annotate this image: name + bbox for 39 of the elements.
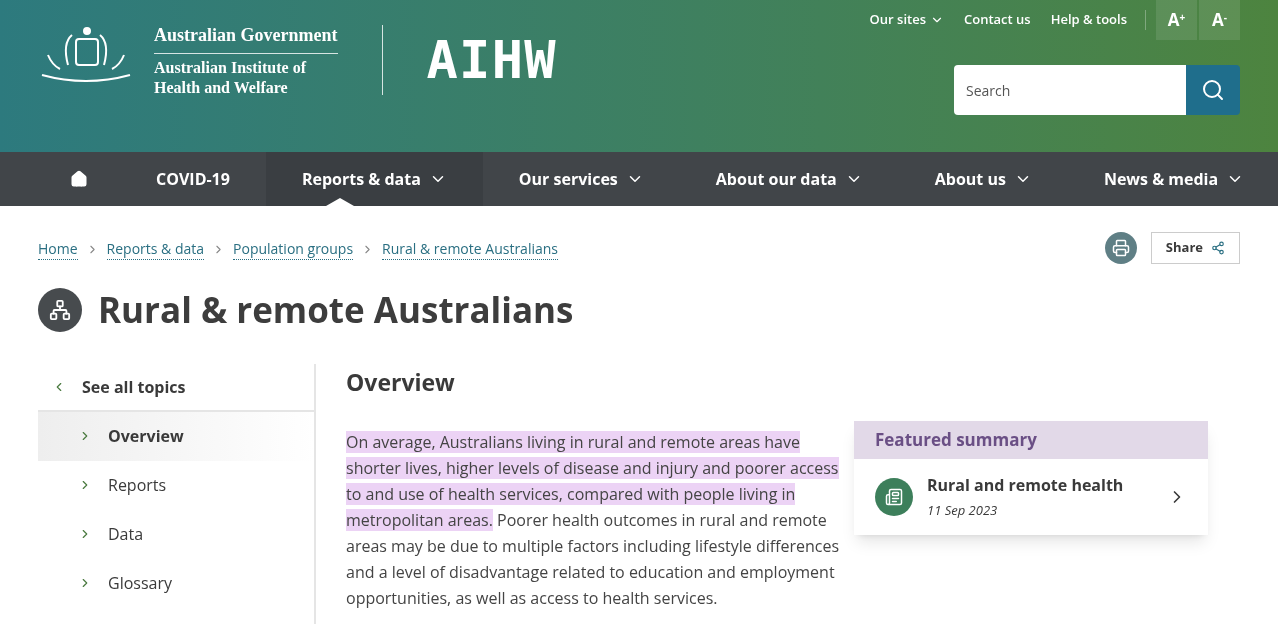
nav-item[interactable]: About our data bbox=[679, 152, 899, 206]
sidebar-item[interactable]: Reports bbox=[38, 460, 314, 510]
text-size-button[interactable]: A$^{-}$ bbox=[1199, 0, 1240, 40]
page-title: Rural & remote Australians bbox=[98, 285, 574, 335]
home-icon bbox=[70, 170, 88, 188]
aihw-logo[interactable]: AIHW bbox=[426, 21, 557, 99]
nav-item[interactable]: Reports & data bbox=[265, 152, 483, 206]
featured-summary-link[interactable]: Rural and remote health 11 Sep 2023 bbox=[854, 458, 1208, 535]
share-button[interactable]: Share bbox=[1150, 232, 1240, 264]
utility-link[interactable]: Help & tools bbox=[1040, 10, 1137, 30]
search-field[interactable]: Search bbox=[954, 65, 1186, 115]
active-pointer bbox=[325, 198, 354, 206]
print-icon bbox=[1111, 239, 1130, 257]
institute-name: Australian Institute of Health and Welfare bbox=[154, 58, 308, 98]
search-icon bbox=[1201, 78, 1225, 102]
sidebar-item[interactable]: Glossary bbox=[38, 558, 314, 608]
search-button[interactable] bbox=[1186, 65, 1240, 115]
share-icon bbox=[1211, 241, 1225, 255]
nav-item[interactable]: About us bbox=[898, 152, 1068, 206]
breadcrumb-link[interactable]: Home bbox=[38, 238, 78, 260]
nav-item[interactable]: COVID-19 bbox=[120, 152, 266, 206]
section-title: Overview bbox=[346, 364, 456, 399]
summary-title: Rural and remote health bbox=[927, 472, 1125, 497]
topic-icon bbox=[38, 288, 82, 333]
report-icon bbox=[875, 477, 913, 516]
breadcrumb-link[interactable]: Rural & remote Australians bbox=[382, 238, 558, 260]
utility-link[interactable]: Contact us bbox=[954, 10, 1041, 30]
breadcrumb-link[interactable]: Reports & data bbox=[106, 238, 205, 260]
overview-paragraph: On average, Australians living in rural and remote areas have shorter lives, higher levels of disease and injury and poorer access to and use of health services, compared with people living in metropolitan areas. Poorer health outcomes in rural and remote areas may be due to multiple factors including lifestyle differences and a level of disadvantage related to education and employment opportunities, as well as access to health services. bbox=[346, 430, 841, 611]
print-button[interactable] bbox=[1104, 232, 1137, 264]
breadcrumb-link[interactable]: Population groups bbox=[233, 238, 354, 260]
featured-summary-header: Featured summary bbox=[854, 420, 1208, 459]
summary-date: 11 Sep 2023 bbox=[927, 500, 999, 521]
text-size-button[interactable]: A$^{+}$ bbox=[1156, 0, 1197, 40]
sidebar-item[interactable]: Data bbox=[38, 509, 314, 559]
government-name: Australian Government bbox=[154, 22, 338, 54]
nav-item[interactable]: News & media bbox=[1067, 152, 1278, 206]
utility-link[interactable]: Our sites bbox=[859, 10, 954, 30]
nav-item[interactable]: Our services bbox=[482, 152, 680, 206]
